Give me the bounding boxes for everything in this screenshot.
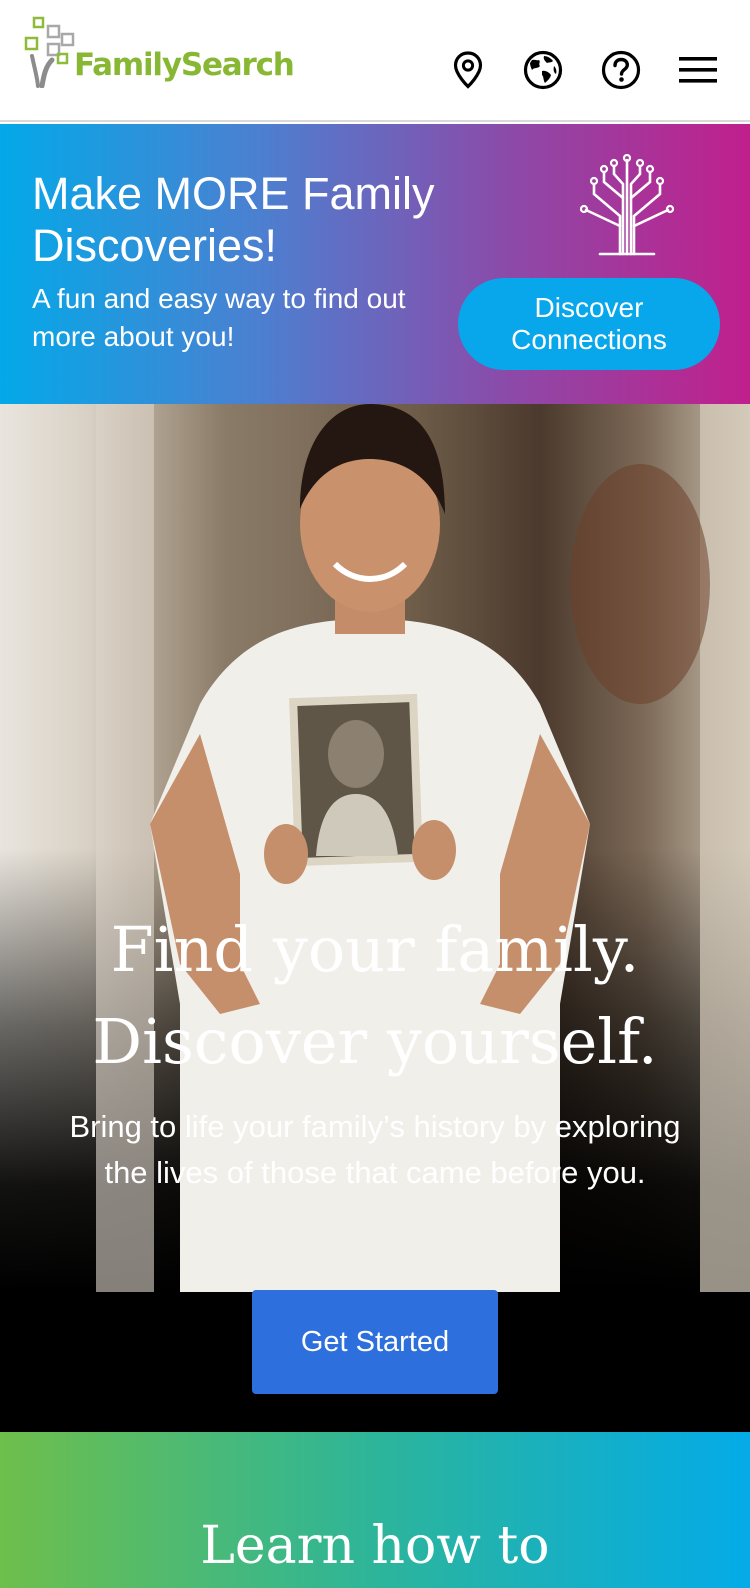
learn-section: Learn how to bbox=[0, 1432, 750, 1588]
familysearch-logo[interactable]: FamilySearch bbox=[24, 16, 295, 88]
promo-subtitle: A fun and easy way to find out more abou… bbox=[32, 283, 406, 352]
discover-connections-button[interactable]: Discover Connections bbox=[458, 278, 720, 370]
familysearch-tree-logo-icon bbox=[24, 16, 75, 88]
hero-subtitle: Bring to life your family’s history by e… bbox=[69, 1109, 681, 1190]
site-header: FamilySearch bbox=[0, 0, 750, 122]
hero-title-line-1: Find your family. bbox=[110, 913, 640, 986]
hero-section: Find your family. Discover yourself. Bri… bbox=[0, 404, 750, 1432]
help-icon[interactable] bbox=[599, 48, 643, 92]
tree-branch-icon bbox=[580, 154, 674, 256]
promo-banner: Make MORE Family Discoveries! A fun and … bbox=[0, 124, 750, 404]
brand-name: FamilySearch bbox=[74, 47, 295, 83]
hero-title: Find your family. Discover yourself. bbox=[0, 904, 750, 1088]
menu-icon[interactable] bbox=[676, 48, 720, 92]
hero-title-line-2: Discover yourself. bbox=[92, 1005, 658, 1078]
get-started-button[interactable]: Get Started bbox=[252, 1290, 498, 1394]
learn-title: Learn how to bbox=[200, 1516, 550, 1576]
promo-title: Make MORE Family Discoveries! bbox=[32, 168, 435, 271]
globe-icon[interactable] bbox=[521, 48, 565, 92]
location-pin-icon[interactable] bbox=[446, 48, 490, 92]
